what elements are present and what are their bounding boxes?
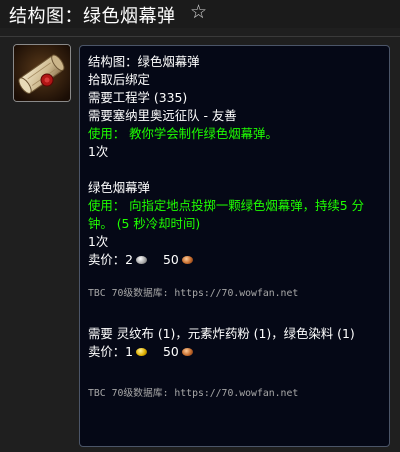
product-use-effect: 使用： 向指定地点投掷一颗绿色烟幕弹，持续5 分钟。 (5 秒冷却时间) xyxy=(88,198,364,231)
copper-coin-icon xyxy=(181,256,193,264)
scroll-icon xyxy=(14,45,70,101)
item-tooltip: 结构图：绿色烟幕弹 拾取后绑定 需要工程学 (335) 需要塞纳里奥远征队 - … xyxy=(79,45,390,447)
gold-coin-icon xyxy=(136,348,148,356)
source-link[interactable]: TBC 70级数据库: https://70.wowfan.net xyxy=(88,285,388,303)
bind-type: 拾取后绑定 xyxy=(88,72,150,87)
use-effect: 使用： 教你学会制作绿色烟幕弹。 xyxy=(88,126,278,141)
silver-coin-icon xyxy=(136,256,148,264)
required-faction: 需要塞纳里奥远征队 - 友善 xyxy=(88,108,237,123)
copper-amount: 50 xyxy=(163,344,179,359)
source-link[interactable]: TBC 70级数据库: https://70.wowfan.net xyxy=(88,385,388,403)
page-header: 结构图：绿色烟幕弹 ☆ xyxy=(0,0,400,28)
star-icon[interactable]: ☆ xyxy=(190,1,207,23)
product-sell-price: 卖价：2 50 xyxy=(88,251,388,269)
sell-label: 卖价： xyxy=(88,252,126,267)
sell-price: 卖价：1 50 xyxy=(88,343,388,361)
header-divider xyxy=(0,36,400,37)
required-skill: 需要工程学 (335) xyxy=(88,90,188,105)
product-name[interactable]: 绿色烟幕弹 xyxy=(88,179,388,197)
copper-amount: 50 xyxy=(163,252,179,267)
gold-amount: 1 xyxy=(125,344,134,359)
product-charges: 1次 xyxy=(88,234,109,249)
silver-amount: 2 xyxy=(125,252,134,267)
copper-coin-icon xyxy=(181,348,193,356)
reagents: 需要 灵纹布 (1)，元素炸药粉 (1)，绿色染料 (1) xyxy=(88,326,355,341)
charges: 1次 xyxy=(88,144,109,159)
sell-label: 卖价： xyxy=(88,344,126,359)
page-title: 结构图：绿色烟幕弹 xyxy=(9,6,176,27)
item-icon[interactable] xyxy=(13,44,71,102)
item-name: 结构图：绿色烟幕弹 xyxy=(88,54,200,69)
